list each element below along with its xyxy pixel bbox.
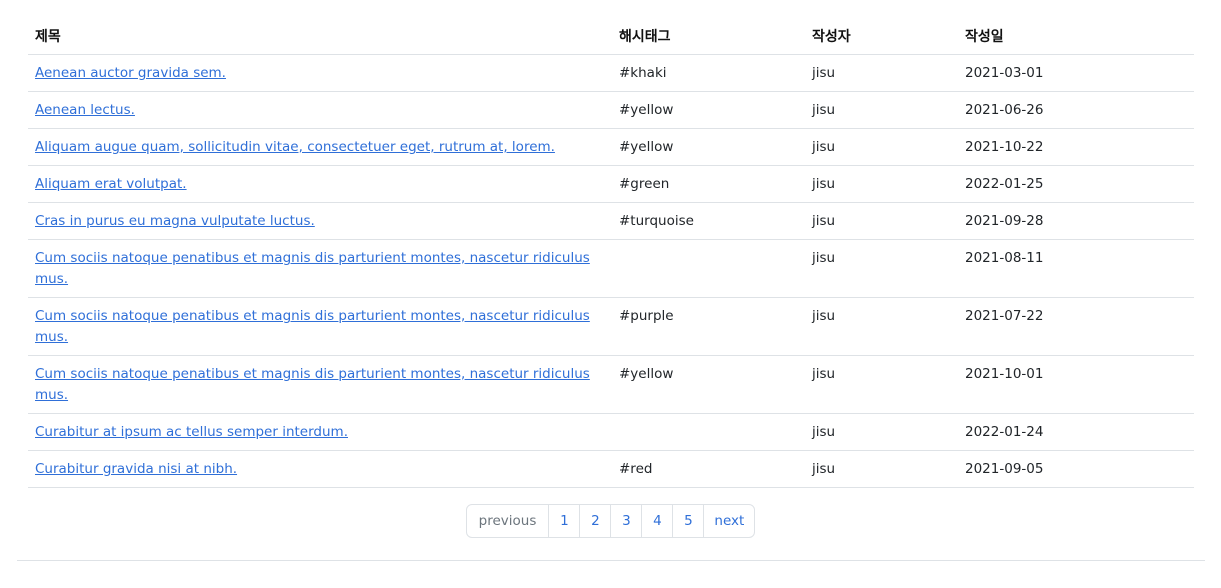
- article-title-link[interactable]: Curabitur at ipsum ac tellus semper inte…: [35, 424, 348, 440]
- footer-divider: [17, 560, 1205, 561]
- table-row: Cum sociis natoque penatibus et magnis d…: [28, 355, 1194, 414]
- column-header-hashtag[interactable]: 해시태그: [612, 18, 805, 55]
- author-cell: jisu: [805, 165, 958, 203]
- column-header-date[interactable]: 작성일: [958, 18, 1194, 55]
- article-title-link[interactable]: Aliquam augue quam, sollicitudin vitae, …: [35, 139, 555, 155]
- hashtag-cell: #green: [612, 165, 805, 203]
- page-button-4[interactable]: 4: [641, 505, 672, 537]
- table-body: Aenean auctor gravida sem. #khaki jisu 2021…: [28, 54, 1194, 488]
- page-button-3[interactable]: 3: [610, 505, 641, 537]
- author-cell: jisu: [805, 450, 958, 488]
- table-header-row: 제목 해시태그 작성자 작성일: [28, 18, 1194, 55]
- table-row: Aenean auctor gravida sem. #khaki jisu 2021…: [28, 54, 1194, 92]
- previous-page-button: previous: [478, 513, 537, 529]
- table-row: Curabitur gravida nisi at nibh. #red jisu 2…: [28, 450, 1194, 488]
- table-row: Curabitur at ipsum ac tellus semper inte…: [28, 413, 1194, 451]
- hashtag-cell: #yellow: [612, 355, 805, 414]
- author-cell: jisu: [805, 239, 958, 298]
- article-title-link[interactable]: Cum sociis natoque penatibus et magnis d…: [35, 308, 590, 345]
- article-title-link[interactable]: Aenean auctor gravida sem.: [35, 65, 226, 81]
- title-cell: Aliquam erat volutpat.: [28, 165, 612, 203]
- article-title-link[interactable]: Aenean lectus.: [35, 102, 135, 118]
- date-cell: 2022-01-24: [958, 413, 1194, 451]
- date-cell: 2021-10-22: [958, 128, 1194, 166]
- title-cell: Curabitur at ipsum ac tellus semper inte…: [28, 413, 612, 451]
- title-cell: Aliquam augue quam, sollicitudin vitae, …: [28, 128, 612, 166]
- page-button-1[interactable]: 1: [548, 505, 579, 537]
- table-row: Cum sociis natoque penatibus et magnis d…: [28, 297, 1194, 356]
- hashtag-cell: [612, 239, 805, 298]
- author-cell: jisu: [805, 355, 958, 414]
- title-cell: Cum sociis natoque penatibus et magnis d…: [28, 355, 612, 414]
- table-row: Aliquam erat volutpat. #green jisu 2022-01-…: [28, 165, 1194, 203]
- title-cell: Curabitur gravida nisi at nibh.: [28, 450, 612, 488]
- table-row: Cum sociis natoque penatibus et magnis d…: [28, 239, 1194, 298]
- title-cell: Cras in purus eu magna vulputate luctus.: [28, 202, 612, 240]
- article-title-link[interactable]: Cras in purus eu magna vulputate luctus.: [35, 213, 315, 229]
- date-cell: 2021-10-01: [958, 355, 1194, 414]
- article-title-link[interactable]: Cum sociis natoque penatibus et magnis d…: [35, 250, 590, 287]
- table-row: Aliquam augue quam, sollicitudin vitae, …: [28, 128, 1194, 166]
- article-title-link[interactable]: Cum sociis natoque penatibus et magnis d…: [35, 366, 590, 403]
- hashtag-cell: #purple: [612, 297, 805, 356]
- article-title-link[interactable]: Aliquam erat volutpat.: [35, 176, 187, 192]
- hashtag-cell: #khaki: [612, 54, 805, 92]
- hashtag-cell: #yellow: [612, 128, 805, 166]
- next-page-button[interactable]: next: [703, 505, 754, 537]
- title-cell: Aenean lectus.: [28, 91, 612, 129]
- hashtag-cell: [612, 413, 805, 451]
- title-cell: Cum sociis natoque penatibus et magnis d…: [28, 297, 612, 356]
- author-cell: jisu: [805, 91, 958, 129]
- hashtag-cell: #yellow: [612, 91, 805, 129]
- article-title-link[interactable]: Curabitur gravida nisi at nibh.: [35, 461, 237, 477]
- date-cell: 2021-09-28: [958, 202, 1194, 240]
- title-cell: Cum sociis natoque penatibus et magnis d…: [28, 239, 612, 298]
- date-cell: 2021-03-01: [958, 54, 1194, 92]
- author-cell: jisu: [805, 297, 958, 356]
- author-cell: jisu: [805, 54, 958, 92]
- date-cell: 2022-01-25: [958, 165, 1194, 203]
- article-list-page: 제목 해시태그 작성자 작성일 Aenean auctor gravida se…: [0, 0, 1221, 588]
- pagination-container: previous 1 2 3 4 5 next: [0, 504, 1221, 538]
- author-cell: jisu: [805, 128, 958, 166]
- column-header-author[interactable]: 작성자: [805, 18, 958, 55]
- author-cell: jisu: [805, 413, 958, 451]
- page-button-2[interactable]: 2: [579, 505, 610, 537]
- hashtag-cell: #red: [612, 450, 805, 488]
- author-cell: jisu: [805, 202, 958, 240]
- hashtag-cell: #turquoise: [612, 202, 805, 240]
- table-row: Aenean lectus. #yellow jisu 2021-06-26: [28, 91, 1194, 129]
- date-cell: 2021-07-22: [958, 297, 1194, 356]
- title-cell: Aenean auctor gravida sem.: [28, 54, 612, 92]
- page-button-5[interactable]: 5: [672, 505, 703, 537]
- date-cell: 2021-06-26: [958, 91, 1194, 129]
- article-table: 제목 해시태그 작성자 작성일 Aenean auctor gravida se…: [28, 18, 1194, 488]
- table-row: Cras in purus eu magna vulputate luctus.…: [28, 202, 1194, 240]
- pagination: previous 1 2 3 4 5 next: [465, 504, 756, 538]
- column-header-title[interactable]: 제목: [28, 18, 612, 55]
- date-cell: 2021-09-05: [958, 450, 1194, 488]
- date-cell: 2021-08-11: [958, 239, 1194, 298]
